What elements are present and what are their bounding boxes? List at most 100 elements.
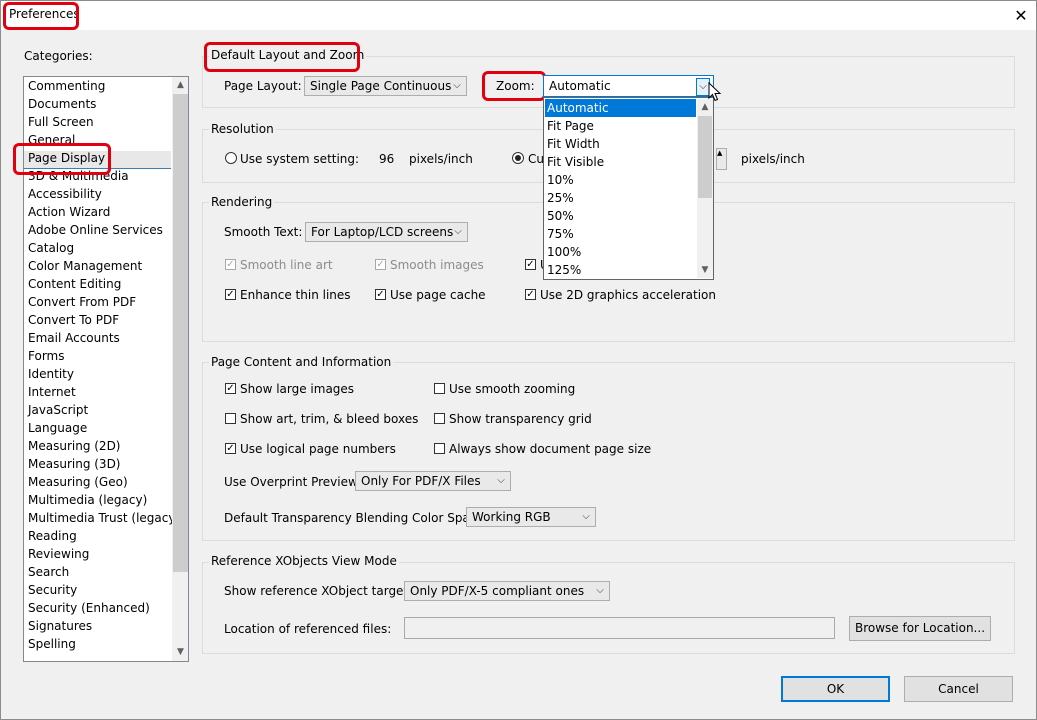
rendering-title: Rendering (209, 195, 275, 209)
category-item[interactable]: Security (Enhanced) (28, 601, 150, 615)
show-art-boxes-checkbox[interactable] (225, 413, 236, 424)
chevron-down-icon: ⌵ (454, 226, 462, 237)
zoom-option[interactable]: 50% (545, 207, 696, 225)
always-show-page-size-label: Always show document page size (449, 442, 652, 456)
scroll-down-icon[interactable]: ▼ (172, 644, 188, 661)
zoom-option[interactable]: 75% (545, 225, 696, 243)
cancel-button[interactable]: Cancel (904, 676, 1013, 702)
xobject-targets-select[interactable]: Only PDF/X-5 compliant ones ⌵ (404, 581, 610, 601)
scroll-down-icon[interactable]: ▼ (697, 262, 713, 278)
category-item[interactable]: Measuring (Geo) (28, 475, 128, 489)
system-dpi-unit: pixels/inch (409, 152, 473, 166)
category-item[interactable]: Documents (28, 97, 96, 111)
category-item[interactable]: Identity (28, 367, 74, 381)
custom-setting-radio[interactable] (512, 152, 524, 164)
chevron-down-icon: ⌵ (453, 80, 461, 91)
custom-dpi-spinner[interactable]: ▲ (716, 148, 727, 170)
logical-page-numbers-checkbox[interactable]: ✓ (225, 443, 236, 454)
xobject-targets-label: Show reference XObject targets: (224, 584, 419, 598)
smooth-line-art-label: Smooth line art (240, 258, 333, 272)
chevron-down-icon: ⌵ (497, 475, 505, 486)
radio-dot (515, 155, 521, 161)
close-icon[interactable]: ✕ (1006, 3, 1036, 29)
smooth-images-label: Smooth images (390, 258, 484, 272)
category-item[interactable]: Page Display (24, 151, 171, 169)
category-item[interactable]: Measuring (3D) (28, 457, 121, 471)
categories-label: Categories: (24, 49, 93, 63)
category-item[interactable]: Convert From PDF (28, 295, 136, 309)
use-smooth-zooming-label: Use smooth zooming (449, 382, 576, 396)
category-item[interactable]: Measuring (2D) (28, 439, 121, 453)
show-large-images-checkbox[interactable]: ✓ (225, 383, 236, 394)
zoom-option[interactable]: Automatic (545, 99, 696, 117)
scroll-thumb[interactable] (173, 94, 188, 572)
category-item[interactable]: Color Management (28, 259, 142, 273)
zoom-option[interactable]: Fit Width (545, 135, 696, 153)
layout-zoom-title: Default Layout and Zoom (209, 48, 367, 62)
zoom-dropdown-list[interactable]: Automatic Fit Page Fit Width Fit Visible 10%… (543, 97, 714, 280)
category-item[interactable]: Full Screen (28, 115, 94, 129)
category-item[interactable]: Catalog (28, 241, 74, 255)
smooth-text-select[interactable]: For Laptop/LCD screens ⌵ (305, 222, 468, 242)
category-item[interactable]: JavaScript (28, 403, 88, 417)
third-render-checkbox[interactable]: ✓ (525, 259, 536, 270)
category-item[interactable]: Internet (28, 385, 76, 399)
category-item[interactable]: General (28, 133, 75, 147)
category-item[interactable]: Reading (28, 529, 77, 543)
zoom-option[interactable]: 10% (545, 171, 696, 189)
category-item[interactable]: Action Wizard (28, 205, 110, 219)
scroll-up-icon[interactable]: ▲ (172, 77, 188, 94)
category-item[interactable]: Multimedia (legacy) (28, 493, 147, 507)
show-large-images-label: Show large images (240, 382, 355, 396)
zoom-scroll-thumb[interactable] (698, 116, 712, 198)
use-smooth-zooming-checkbox[interactable] (434, 383, 445, 394)
location-input[interactable] (404, 617, 835, 639)
category-item[interactable]: Reviewing (28, 547, 89, 561)
enhance-thin-lines-label: Enhance thin lines (240, 288, 351, 302)
spin-up-icon[interactable]: ▲ (717, 149, 722, 157)
zoom-option[interactable]: Fit Visible (545, 153, 696, 171)
use-2d-accel-checkbox[interactable]: ✓ (525, 289, 536, 300)
blending-select[interactable]: Working RGB ⌵ (466, 507, 596, 527)
category-item[interactable]: Multimedia Trust (legacy) (28, 511, 180, 525)
zoom-select[interactable]: Automatic ⌵ (543, 75, 714, 97)
chevron-down-icon: ⌵ (596, 585, 604, 596)
smooth-images-checkbox[interactable]: ✓ (375, 259, 386, 270)
show-transparency-grid-checkbox[interactable] (434, 413, 445, 424)
categories-scrollbar[interactable]: ▲ ▼ (172, 77, 188, 661)
always-show-page-size-checkbox[interactable] (434, 443, 445, 454)
smooth-text-label: Smooth Text: (224, 225, 303, 239)
category-item[interactable]: Email Accounts (28, 331, 120, 345)
zoom-option[interactable]: 25% (545, 189, 696, 207)
category-item[interactable]: Signatures (28, 619, 92, 633)
xobjects-title: Reference XObjects View Mode (209, 554, 399, 568)
zoom-option[interactable]: 100% (545, 243, 696, 261)
smooth-line-art-checkbox[interactable]: ✓ (225, 259, 236, 270)
category-item[interactable]: Spelling (28, 637, 76, 651)
system-setting-radio[interactable] (225, 152, 237, 164)
browse-button[interactable]: Browse for Location... (849, 616, 991, 641)
enhance-thin-lines-checkbox[interactable]: ✓ (225, 289, 236, 300)
category-item[interactable]: Adobe Online Services (28, 223, 163, 237)
zoom-option[interactable]: Fit Page (545, 117, 696, 135)
overprint-select[interactable]: Only For PDF/X Files ⌵ (355, 471, 511, 491)
page-layout-select[interactable]: Single Page Continuous ⌵ (304, 76, 467, 96)
category-item[interactable]: Security (28, 583, 77, 597)
ok-button[interactable]: OK (781, 676, 890, 702)
category-item[interactable]: Search (28, 565, 69, 579)
category-item[interactable]: Commenting (28, 79, 105, 93)
category-item[interactable]: Accessibility (28, 187, 102, 201)
category-item[interactable]: 3D & Multimedia (28, 169, 129, 183)
show-art-boxes-label: Show art, trim, & bleed boxes (240, 412, 419, 426)
custom-setting-label: Cu (528, 152, 544, 166)
categories-list[interactable]: Commenting Documents Full Screen General Pag… (23, 76, 189, 662)
category-item[interactable]: Content Editing (28, 277, 121, 291)
category-item[interactable]: Language (28, 421, 87, 435)
zoom-option[interactable]: 125% (545, 261, 696, 279)
category-item[interactable]: Forms (28, 349, 64, 363)
show-transparency-grid-label: Show transparency grid (449, 412, 592, 426)
zoom-scrollbar[interactable]: ▲ ▼ (697, 99, 713, 278)
category-item[interactable]: Convert To PDF (28, 313, 119, 327)
page-layout-label: Page Layout: (224, 79, 302, 93)
use-page-cache-checkbox[interactable]: ✓ (375, 289, 386, 300)
